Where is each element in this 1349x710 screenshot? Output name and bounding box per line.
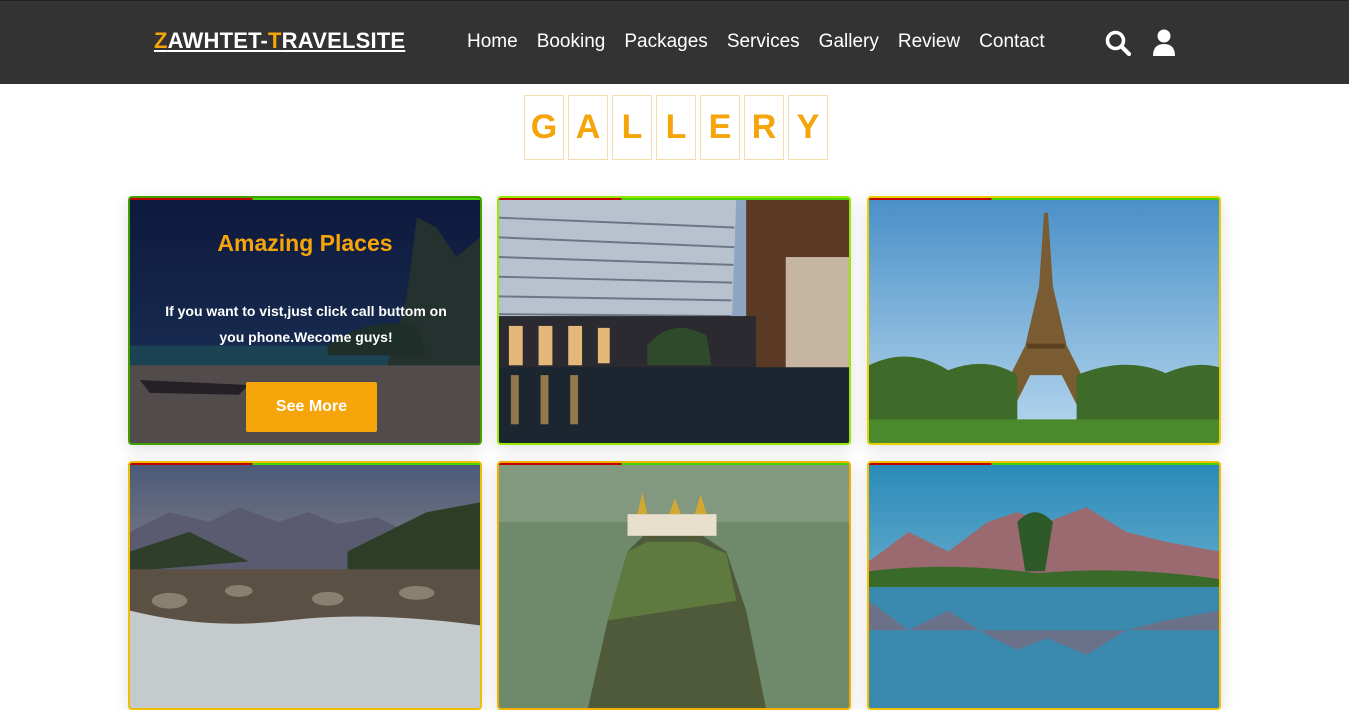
card-accent-bar (130, 198, 480, 200)
nav-contact[interactable]: Contact (979, 31, 1044, 53)
title-letter: L (612, 95, 652, 160)
card-accent-bar (499, 198, 849, 200)
card-accent-bar (869, 463, 1219, 465)
search-icon[interactable] (1104, 29, 1132, 57)
site-logo[interactable]: ZAWHTET-TRAVELSITE (154, 28, 405, 54)
title-letter: R (744, 95, 784, 160)
gallery-card-river[interactable] (128, 461, 482, 710)
nav-gallery[interactable]: Gallery (819, 31, 879, 53)
title-letter: A (568, 95, 608, 160)
navbar: ZAWHTET-TRAVELSITE Home Booking Packages… (0, 0, 1349, 84)
card-accent-bar (130, 463, 480, 465)
logo-letter: T (268, 28, 282, 53)
lake-image (869, 463, 1219, 708)
logo-text: RAVELSITE (281, 28, 406, 53)
nav-home[interactable]: Home (467, 31, 518, 53)
title-letter: E (700, 95, 740, 160)
nav-links: Home Booking Packages Services Gallery R… (467, 31, 1045, 53)
featured-title: Amazing Places (217, 230, 393, 256)
gallery-card-eiffel[interactable] (867, 196, 1221, 445)
logo-letter: Z (154, 28, 168, 53)
eiffel-image (869, 198, 1219, 443)
temple-image (499, 463, 849, 708)
card-accent-bar (499, 463, 849, 465)
title-letter: Y (788, 95, 828, 160)
featured-card: Amazing Places If you want to vist,just … (128, 196, 482, 445)
nav-services[interactable]: Services (727, 31, 800, 53)
hotel-image (499, 198, 849, 443)
user-icon[interactable] (1151, 29, 1179, 57)
logo-text: AWHTET- (167, 28, 269, 53)
card-accent-bar (869, 198, 1219, 200)
featured-text: If you want to vist,just click call butt… (165, 303, 447, 345)
gallery-card-lake[interactable] (867, 461, 1221, 710)
nav-booking[interactable]: Booking (537, 31, 606, 53)
see-more-button[interactable]: See More (246, 382, 377, 432)
gallery-card-hotel[interactable] (497, 196, 851, 445)
river-image (130, 463, 480, 708)
gallery-title: G A L L E R Y (524, 95, 832, 160)
nav-review[interactable]: Review (898, 31, 960, 53)
nav-packages[interactable]: Packages (624, 31, 707, 53)
title-letter: L (656, 95, 696, 160)
gallery-card-temple[interactable] (497, 461, 851, 710)
title-letter: G (524, 95, 564, 160)
